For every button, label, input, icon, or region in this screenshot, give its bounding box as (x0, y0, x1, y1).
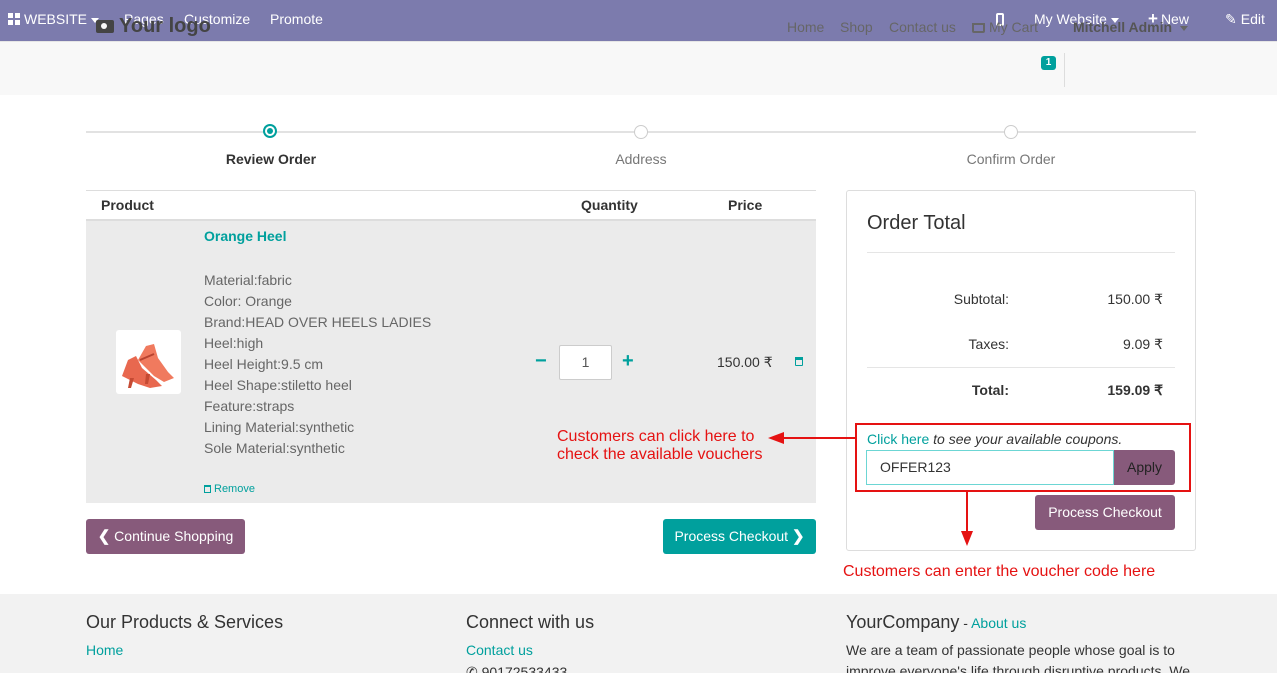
footer-home-link[interactable]: Home (86, 642, 123, 658)
annotation-enter-code: Customers can enter the voucher code her… (843, 563, 1156, 580)
phone-number: 90172533433 (481, 664, 568, 673)
annotation-line: Customers can click here to (557, 428, 755, 445)
footer-company-text: We are a team of passionate people whose… (846, 642, 1191, 673)
arrow-head-down (961, 531, 973, 546)
footer-company-title: YourCompany - About us (846, 612, 1026, 633)
footer-contact-link[interactable]: Contact us (466, 642, 533, 658)
company-name: YourCompany (846, 612, 960, 632)
title-separator: - (959, 615, 972, 631)
footer-products-title: Our Products & Services (86, 612, 284, 632)
annotation-line: check the available vouchers (557, 446, 763, 463)
phone-icon: ✆ (466, 664, 482, 673)
footer-phone: ✆ 90172533433 (466, 662, 567, 673)
about-us-link[interactable]: About us (971, 615, 1026, 631)
footer-connect-title: Connect with us (466, 612, 595, 632)
arrow-head-left (768, 432, 784, 444)
annotation-click-here: Customers can click here to check the av… (557, 428, 762, 464)
